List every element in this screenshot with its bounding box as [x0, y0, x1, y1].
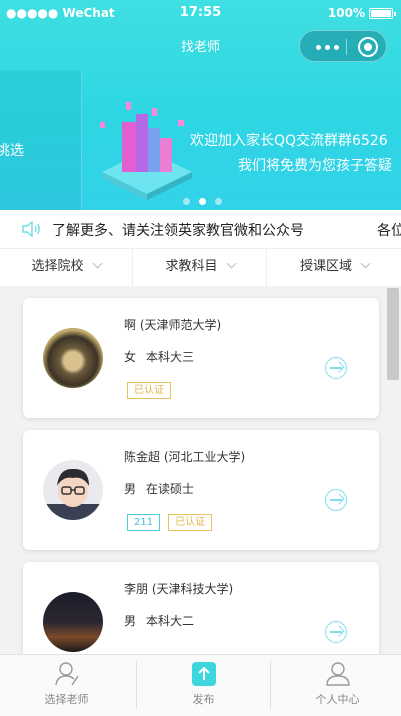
tab-profile[interactable]: 个人中心	[271, 655, 401, 716]
chevron-down-icon	[360, 258, 371, 269]
arrow-right-icon[interactable]	[325, 357, 347, 379]
banner-prev-slide[interactable]: 挑选	[0, 70, 82, 210]
teacher-list[interactable]: 啊 (天津师范大学) 女本科大三 已认证 陈金超 (河北工业大学) 男在读硕士 …	[0, 286, 401, 654]
banner-prev-text: 挑选	[0, 143, 24, 159]
teacher-gender: 女	[124, 350, 137, 364]
teacher-meta: 男在读硕士	[124, 480, 194, 497]
notice-text: 了解更多、请关注领英家教官微和公众号	[52, 223, 304, 239]
banner-line-2: 我们将免费为您孩子答疑	[238, 158, 392, 174]
avatar	[43, 460, 103, 520]
arrow-right-icon[interactable]	[325, 621, 347, 643]
filter-school[interactable]: 选择院校	[0, 249, 133, 287]
teacher-degree: 在读硕士	[146, 482, 195, 496]
tab-label: 选择老师	[44, 693, 89, 706]
notice-bar[interactable]: 了解更多、请关注领英家教官微和公众号 各位	[0, 210, 401, 248]
banner-line-1: 欢迎加入家长QQ交流群群6526	[190, 133, 388, 149]
teacher-card[interactable]: 陈金超 (河北工业大学) 男在读硕士 211 已认证	[23, 430, 379, 550]
tab-bar: 选择老师 发布 个人中心	[0, 654, 401, 716]
city-illustration-icon	[100, 102, 192, 200]
teacher-card[interactable]: 啊 (天津师范大学) 女本科大三 已认证	[23, 298, 379, 418]
banner-pagination	[183, 190, 231, 209]
avatar	[43, 328, 103, 388]
verified-badge: 已认证	[127, 382, 171, 399]
scrollbar[interactable]	[387, 288, 399, 380]
teacher-name: 李朋 (天津科技大学)	[124, 582, 234, 596]
notice-text-next: 各位	[377, 223, 401, 239]
teacher-degree: 本科大二	[146, 614, 195, 628]
filter-bar: 选择院校 求教科目 授课区域	[0, 248, 401, 287]
header: ●●●●● WeChat 17:55 100% 找老师 挑选 欢迎加入家长QQ交…	[0, 0, 401, 210]
filter-label: 授课区域	[299, 259, 352, 274]
capsule-divider	[346, 39, 347, 55]
teacher-meta: 男本科大二	[124, 612, 194, 629]
teacher-gender: 男	[124, 482, 137, 496]
teacher-name: 陈金超 (河北工业大学)	[124, 450, 246, 464]
teacher-card[interactable]: 李朋 (天津科技大学) 男本科大二	[23, 562, 379, 654]
close-mini-program-icon[interactable]	[358, 37, 378, 57]
speaker-icon	[22, 221, 40, 237]
tab-choose-teacher[interactable]: 选择老师	[0, 655, 133, 716]
teacher-gender: 男	[124, 614, 137, 628]
teacher-name: 啊 (天津师范大学)	[124, 318, 222, 332]
person-icon	[326, 662, 350, 686]
tab-label: 发布	[192, 693, 215, 706]
chevron-down-icon	[226, 258, 236, 269]
banner-dot[interactable]	[183, 198, 190, 205]
school-rank-badge: 211	[127, 514, 161, 531]
avatar	[43, 592, 103, 652]
battery-percent: 100%	[327, 6, 365, 20]
upload-icon	[192, 662, 216, 686]
mini-program-capsule[interactable]	[299, 30, 387, 62]
teacher-tags: 已认证	[127, 378, 179, 399]
teacher-tags: 211 已认证	[127, 510, 220, 531]
tab-label: 个人中心	[315, 693, 360, 706]
tab-publish[interactable]: 发布	[137, 655, 270, 716]
filter-label: 求教科目	[165, 259, 218, 274]
arrow-right-icon[interactable]	[325, 489, 347, 511]
status-bar: ●●●●● WeChat 17:55 100%	[0, 0, 401, 26]
teacher-meta: 女本科大三	[124, 348, 194, 365]
filter-area[interactable]: 授课区域	[268, 249, 401, 287]
banner-dot[interactable]	[215, 198, 222, 205]
filter-subject[interactable]: 求教科目	[134, 249, 267, 287]
user-icon	[55, 662, 79, 686]
verified-badge: 已认证	[168, 514, 213, 531]
more-icon[interactable]	[316, 45, 342, 50]
banner-dot-active[interactable]	[199, 198, 206, 205]
battery-icon	[369, 8, 396, 19]
filter-label: 选择院校	[31, 259, 84, 274]
teacher-degree: 本科大三	[146, 350, 195, 364]
chevron-down-icon	[92, 258, 102, 269]
cartoon-avatar-icon	[43, 468, 103, 520]
